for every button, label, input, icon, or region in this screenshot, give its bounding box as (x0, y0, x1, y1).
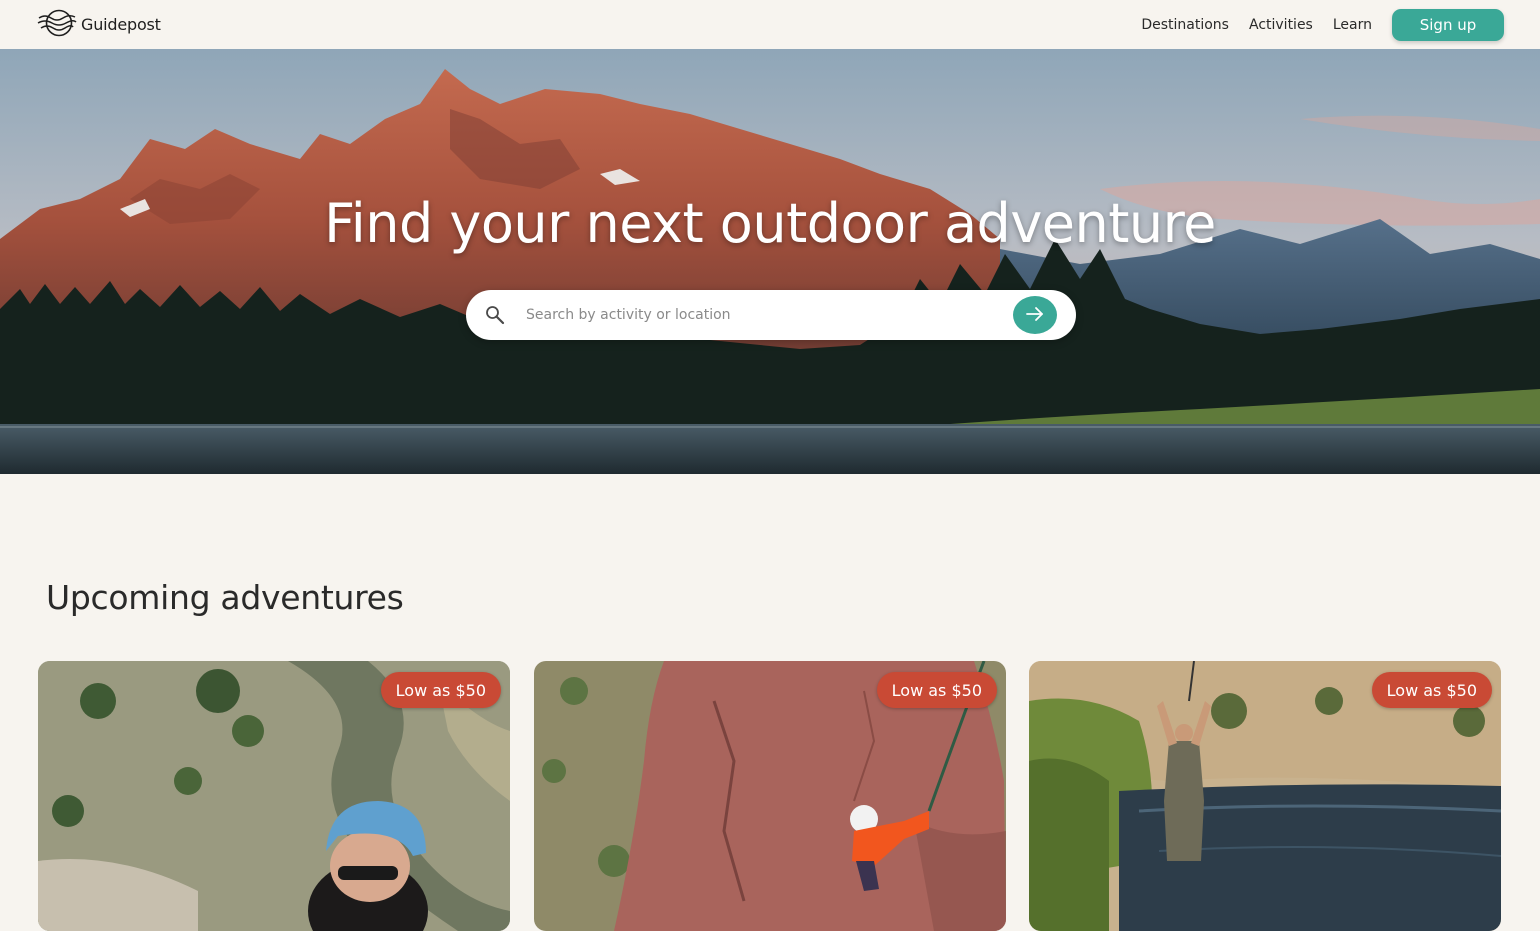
search-input[interactable] (524, 300, 1013, 330)
search-icon (484, 304, 506, 326)
brand-name: Guidepost (81, 15, 161, 34)
sign-up-button[interactable]: Sign up (1392, 8, 1504, 41)
price-badge: Low as $50 (1371, 672, 1492, 708)
price-badge: Low as $50 (876, 672, 997, 708)
search-submit-button[interactable] (1013, 296, 1057, 334)
nav-link-destinations[interactable]: Destinations (1141, 17, 1229, 33)
section-title-upcoming-adventures: Upcoming adventures (46, 578, 404, 617)
nav-link-learn[interactable]: Learn (1333, 17, 1372, 33)
adventure-card[interactable]: Low as $50 (1029, 661, 1501, 931)
top-navigation: Guidepost Destinations Activities Learn … (0, 0, 1540, 49)
search-bar (466, 290, 1076, 340)
arrow-right-icon (1024, 303, 1046, 328)
hero-banner: Find your next outdoor adventure (0, 49, 1540, 474)
adventure-card-list: Low as $50 Low as $50 Low as $50 (38, 661, 1502, 931)
nav-link-activities[interactable]: Activities (1249, 17, 1313, 33)
hero-title: Find your next outdoor adventure (324, 192, 1216, 255)
price-badge: Low as $50 (380, 672, 501, 708)
compass-waves-logo-icon (37, 8, 77, 42)
brand-logo-link[interactable]: Guidepost (37, 8, 161, 42)
adventure-card[interactable]: Low as $50 (534, 661, 1006, 931)
main-nav: Destinations Activities Learn Sign up (1141, 8, 1504, 41)
adventure-card[interactable]: Low as $50 (38, 661, 510, 931)
hero-mountain-lake-image (0, 49, 1540, 474)
